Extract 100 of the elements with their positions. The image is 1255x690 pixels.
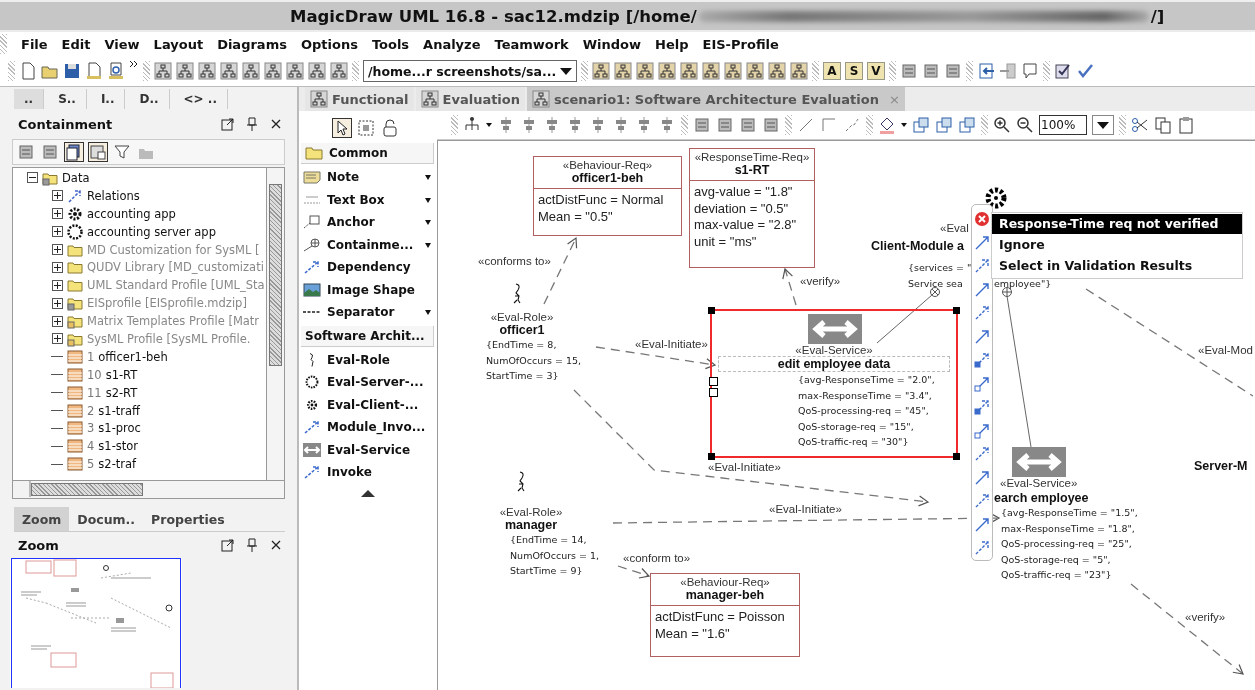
diagram-icon[interactable] (308, 62, 326, 80)
expand-toggle[interactable] (52, 297, 63, 309)
expand-toggle[interactable] (52, 190, 63, 202)
toolbar-grip[interactable] (889, 61, 896, 81)
palette-item[interactable]: Text Box (299, 188, 437, 211)
expand-toggle[interactable] (27, 172, 38, 184)
menu-item[interactable]: Edit (61, 36, 91, 52)
dependency-line[interactable] (612, 512, 1000, 524)
diagram-icon[interactable] (790, 62, 808, 80)
paint-bucket-icon[interactable] (878, 116, 896, 134)
requirement-box[interactable]: «Behaviour-Req» officer1-beh actDistFunc = Normal Mean = "0.5" (533, 156, 682, 236)
tree-item[interactable]: s2-RT (105, 385, 138, 400)
save-icon[interactable] (63, 62, 81, 80)
zoom-field[interactable]: 100% (1039, 115, 1087, 135)
diagram-icon[interactable] (768, 62, 786, 80)
expand-toggle[interactable] (52, 315, 63, 327)
menu-item[interactable]: Response-Time req not verified (992, 214, 1242, 234)
diagram-icon[interactable] (286, 62, 304, 80)
new-file-icon[interactable] (19, 62, 37, 80)
panel-tab[interactable]: Docum.. (69, 507, 144, 531)
diagram-icon[interactable] (592, 62, 610, 80)
menu-item[interactable]: Options (300, 36, 358, 52)
menu-item[interactable]: Select in Validation Results (992, 256, 1242, 276)
close-icon[interactable] (269, 538, 283, 552)
connector-line[interactable] (1006, 295, 1032, 448)
connector-tool-icon[interactable] (974, 399, 990, 415)
dropdown-arrow-icon[interactable] (425, 175, 431, 180)
connector-tool-icon[interactable] (974, 422, 990, 439)
pin-icon[interactable] (245, 538, 259, 552)
filter-icon[interactable] (113, 143, 131, 161)
palette-item[interactable]: Eval-Server-... (299, 371, 437, 394)
marquee-select-icon[interactable] (357, 119, 375, 137)
tree-item[interactable]: s1-traff (98, 403, 140, 418)
toolbar-grip[interactable] (143, 61, 150, 81)
menu-item[interactable]: EIS-Profile (702, 36, 779, 52)
tree-item[interactable]: s1-stor (98, 439, 139, 454)
tree-item[interactable]: EISprofile [EISprofile.mdzip] (87, 296, 247, 311)
diagram-icon[interactable] (724, 62, 742, 80)
panel-tab[interactable]: Properties (143, 507, 233, 531)
menu-item[interactable]: Layout (153, 36, 204, 52)
error-icon[interactable] (974, 211, 990, 227)
connector-line[interactable] (876, 294, 933, 344)
bring-front-icon[interactable] (912, 116, 930, 134)
tree-item[interactable]: accounting app (87, 206, 176, 221)
diagram-icon[interactable] (746, 62, 764, 80)
palette-item[interactable]: Anchor (299, 211, 437, 234)
tree-item[interactable]: s2-traf (98, 457, 137, 472)
toolbar-grip[interactable] (581, 61, 588, 81)
toolbar-grip[interactable] (785, 115, 792, 135)
palette-item[interactable]: Containme... (299, 233, 437, 256)
service-node[interactable]: «Eval-Service» edit employee data {avg-ResponseTime = "2.0", max-ResponseTime = "3.4", QoS-processing-req = "45", QoS-storage-req = "15", QoS-traffic-req = "30"} (710, 309, 958, 458)
tree-item[interactable]: Relations (87, 188, 140, 203)
connector-tool-icon[interactable] (974, 305, 990, 321)
tree-item[interactable]: UML Standard Profile [UML_Sta (87, 278, 265, 293)
diagram-icon[interactable] (330, 62, 348, 80)
toolbar-grip[interactable] (1043, 61, 1050, 81)
selection-handle[interactable] (953, 453, 960, 460)
palette-item[interactable]: Invoke (299, 461, 437, 484)
diagram-icon[interactable] (532, 90, 550, 108)
palette-item[interactable]: Eval-Client-... (299, 393, 437, 416)
toolbar-grip[interactable] (451, 115, 458, 135)
toolbar-grip[interactable] (1119, 115, 1126, 135)
expand-toggle[interactable] (52, 279, 63, 291)
tree-item[interactable]: MD Customization for SysML [ (87, 242, 260, 257)
diagram-icon[interactable] (242, 62, 260, 80)
panel-tab[interactable]: Zoom (14, 507, 70, 531)
copy-icon[interactable] (1154, 116, 1172, 134)
scroll-up-icon[interactable] (361, 489, 375, 497)
line-icon[interactable] (797, 116, 815, 134)
toolbar-grip[interactable] (866, 115, 873, 135)
expand-toggle[interactable] (52, 261, 63, 273)
diagram-icon[interactable] (702, 62, 720, 80)
diagram-icon[interactable] (420, 90, 439, 108)
path-dropdown[interactable]: /home...r screenshots/sa... (363, 60, 577, 82)
diagram-icon[interactable] (636, 62, 654, 80)
connector-tool-icon[interactable] (974, 328, 990, 345)
expand-toggle[interactable] (52, 244, 63, 255)
toolbar-grip[interactable] (812, 61, 819, 81)
toolbar-grip[interactable] (981, 115, 988, 135)
tree-item[interactable]: s1-proc (98, 421, 141, 436)
close-icon[interactable] (269, 117, 283, 131)
unlock-icon[interactable] (381, 119, 399, 137)
shape-icon[interactable] (716, 116, 734, 134)
dependency-line[interactable] (595, 346, 716, 370)
pointer-icon[interactable] (333, 119, 351, 137)
diagram-tab[interactable]: Functional (305, 87, 414, 111)
diagram-icon[interactable] (176, 62, 194, 80)
check-icon[interactable] (1076, 62, 1094, 80)
toolbar-button[interactable]: A (823, 62, 841, 80)
toolbar-grip[interactable] (8, 61, 15, 81)
palette-item[interactable]: Eval-Service (299, 438, 437, 461)
dropdown-arrow-icon[interactable] (425, 310, 431, 315)
restore-icon[interactable] (221, 117, 235, 131)
comment-icon[interactable] (1021, 62, 1039, 80)
menu-item[interactable]: Tools (371, 36, 410, 52)
browser-tab[interactable]: .. (14, 89, 45, 109)
toolbar-button[interactable]: S (845, 62, 863, 80)
dependency-line[interactable] (782, 268, 797, 306)
dependency-line[interactable] (617, 565, 650, 579)
connector-tool-icon[interactable] (974, 540, 990, 556)
